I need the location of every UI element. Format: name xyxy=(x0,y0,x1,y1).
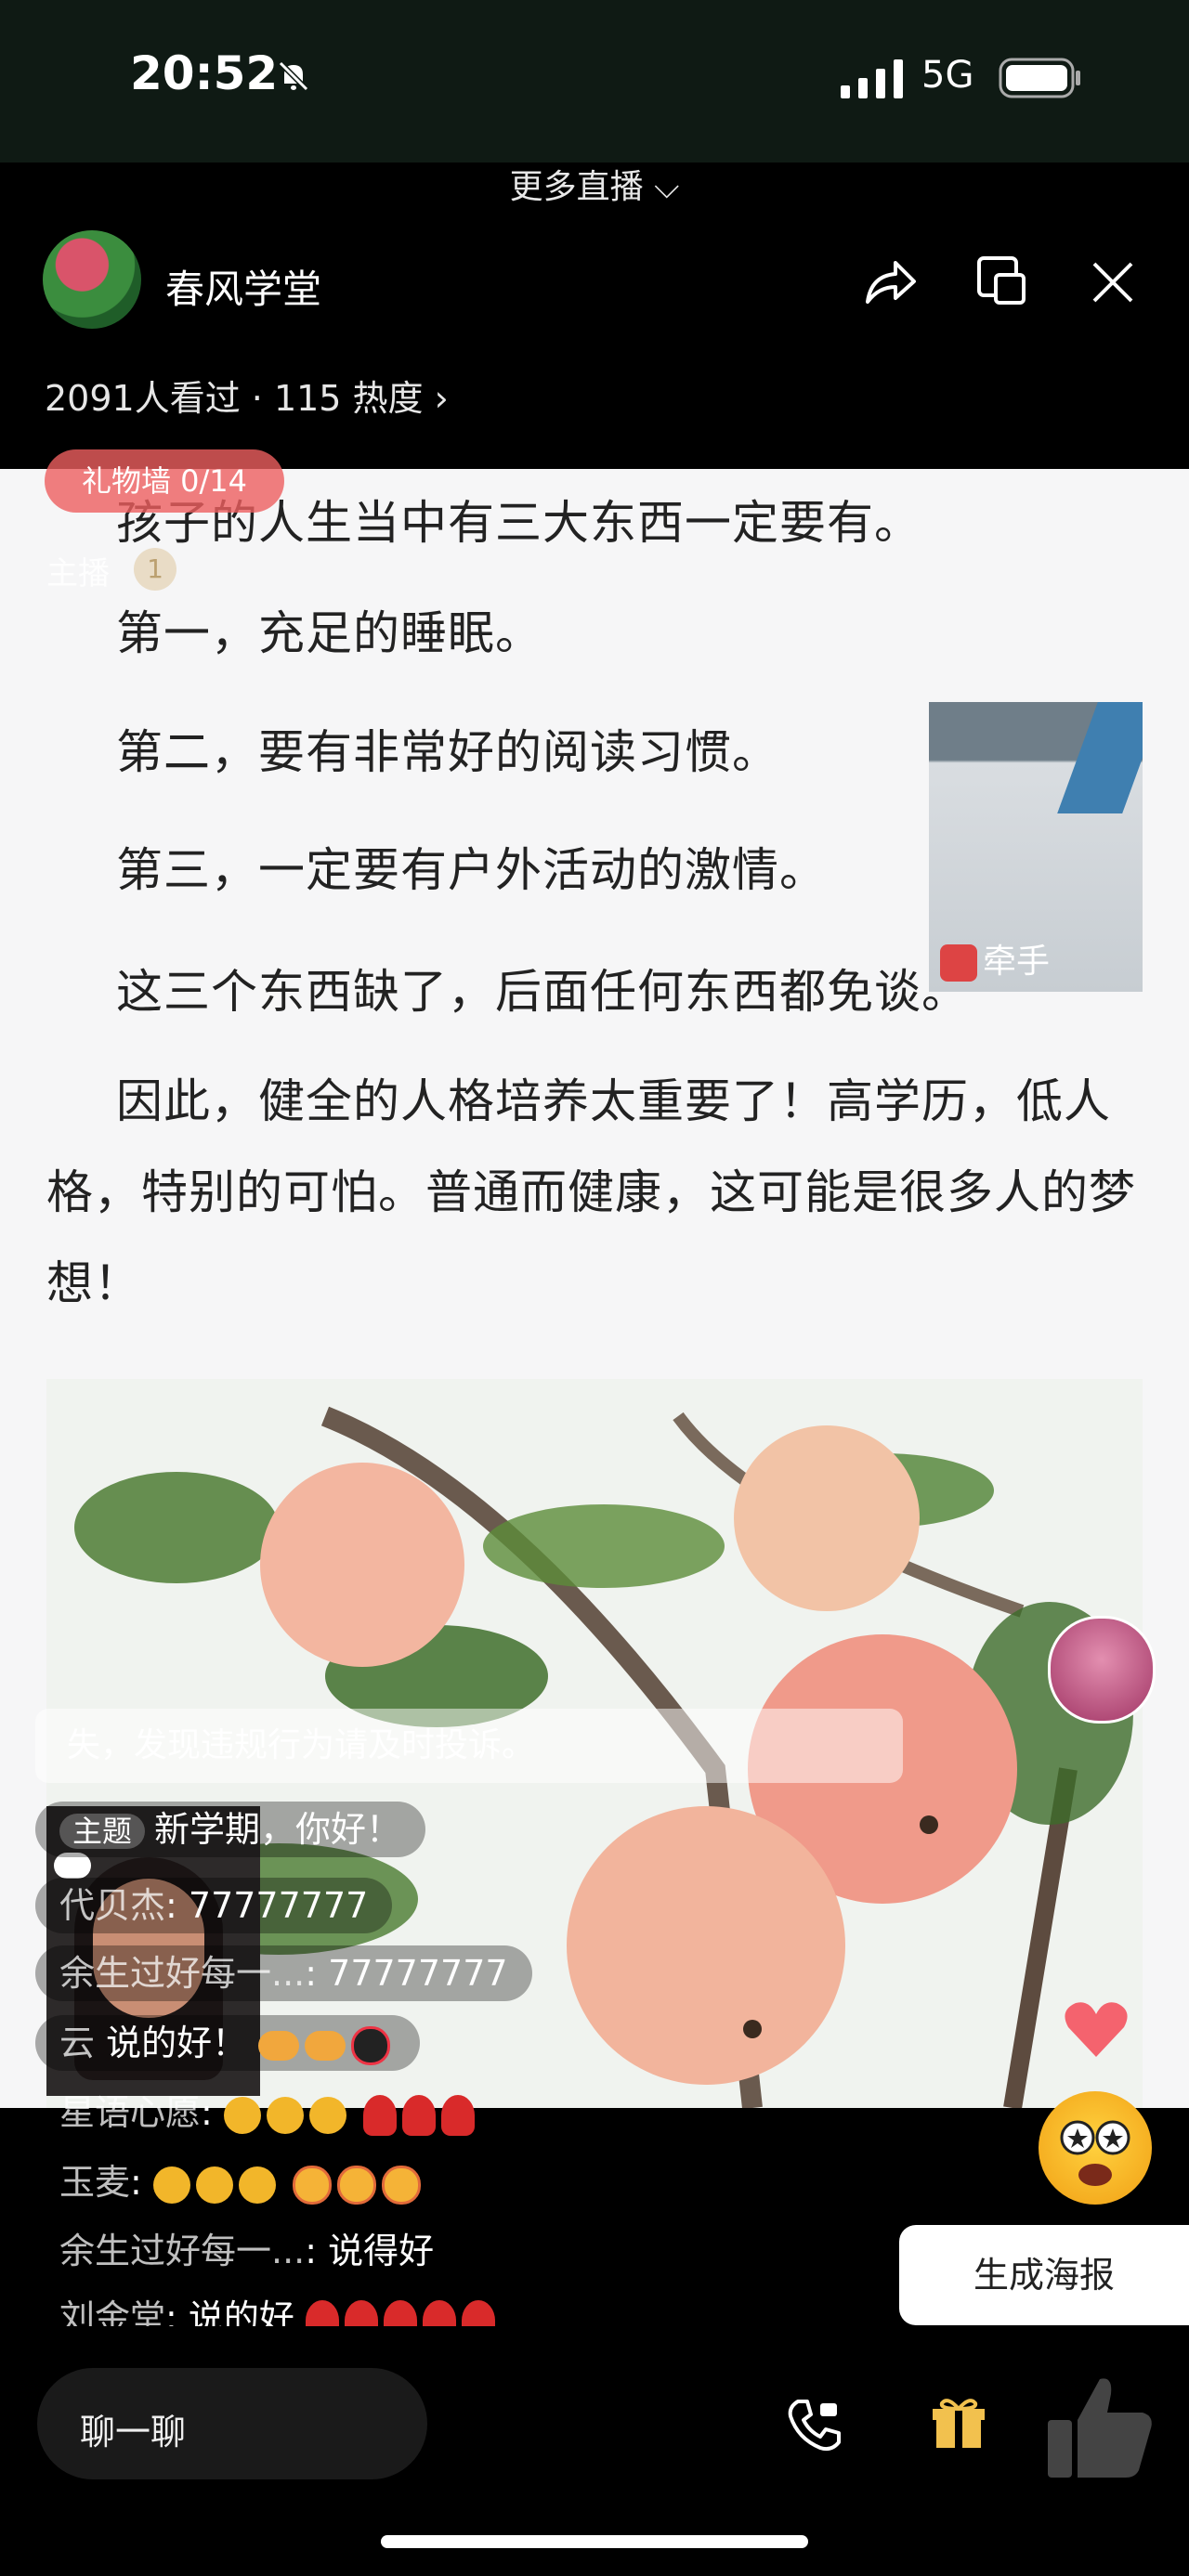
muted-bell-icon xyxy=(278,60,309,92)
floating-window-icon[interactable] xyxy=(975,254,1027,306)
guest-video-window[interactable]: 牵手 xyxy=(929,702,1143,992)
chat-text: 说得好 xyxy=(328,2231,435,2271)
chat-input-placeholder[interactable]: 聊一聊 xyxy=(80,2403,186,2454)
chat-username: 余生过好每一... xyxy=(59,1953,306,1994)
guest-avatar-icon xyxy=(940,944,977,982)
more-live-dropdown[interactable]: 更多直播 ⌵ xyxy=(0,160,1189,208)
emoji-face-drawing xyxy=(1060,2120,1130,2186)
chat-message[interactable]: 星语心愿: xyxy=(35,2085,504,2140)
thumbs-up-emoji-icon xyxy=(195,2166,233,2204)
rose-emoji-icon xyxy=(441,2094,475,2136)
heart-icon xyxy=(1065,2002,1128,2057)
gift-wall-badge[interactable]: 礼物墙 0/14 xyxy=(45,449,284,513)
chat-username: 余生过好每一... xyxy=(59,2231,306,2271)
channel-avatar[interactable] xyxy=(43,230,141,329)
chat-message[interactable]: 玉麦: xyxy=(35,2154,451,2210)
bomb-emoji-icon xyxy=(351,2025,391,2065)
signal-icon xyxy=(841,59,903,98)
chat-username: 代贝杰 xyxy=(59,1885,166,1926)
guest-name: 牵手 xyxy=(983,943,1051,981)
content-line-5: 这三个东西缺了，后面任何东西都免谈。 xyxy=(116,965,969,1019)
rose-emoji-icon xyxy=(363,2094,397,2136)
chat-notice: 失，发现违规行为请及时投诉。 xyxy=(35,1709,903,1783)
status-time: 20:52 xyxy=(130,46,279,100)
channel-name[interactable]: 春风学堂 xyxy=(165,258,321,315)
chat-message[interactable]: 代贝杰: 77777777 xyxy=(35,1878,393,1933)
curtain xyxy=(1057,702,1143,813)
voice-call-icon[interactable] xyxy=(785,2396,844,2455)
share-icon[interactable] xyxy=(862,255,918,307)
chat-topic[interactable]: 主题 新学期，你好！ xyxy=(35,1802,426,1857)
home-indicator xyxy=(381,2535,808,2548)
rose-emoji-icon xyxy=(402,2094,436,2136)
network-type: 5G xyxy=(921,54,974,97)
pray-emoji-icon xyxy=(305,2030,346,2061)
content-paragraph: 因此，健全的人格培养太重要了！高学历，低人格，特别的可怕。普通而健康，这可能是很… xyxy=(46,1074,1136,1310)
viewer-stats[interactable]: 2091人看过 · 115 热度 › xyxy=(45,370,449,421)
topic-text: 新学期，你好！ xyxy=(154,1809,402,1850)
pray-emoji-icon xyxy=(258,2030,300,2061)
close-icon[interactable] xyxy=(1089,258,1137,306)
content-line-3: 第二，要有非常好的阅读习惯。 xyxy=(116,725,779,779)
chat-message[interactable]: 余生过好每一...: 说得好 xyxy=(35,2223,458,2279)
host-label[interactable]: 主播 xyxy=(46,548,110,593)
blush-emoji-icon xyxy=(337,2165,376,2205)
chat-username: 星语心愿 xyxy=(59,2092,202,2133)
blush-emoji-icon xyxy=(382,2165,421,2205)
content-line-2: 第一，充足的睡眠。 xyxy=(116,606,542,660)
guest-name-label: 牵手 xyxy=(940,934,1050,982)
blush-emoji-icon xyxy=(293,2165,332,2205)
battery-icon xyxy=(999,58,1080,98)
thumbs-up-emoji-icon xyxy=(266,2096,304,2134)
chat-text: 说的好！ xyxy=(106,2023,248,2063)
thumbs-up-emoji-icon xyxy=(238,2166,276,2204)
thumbs-up-emoji-icon xyxy=(223,2096,261,2134)
chat-message[interactable]: 余生过好每一...: 77777777 xyxy=(35,1945,532,2001)
thumbs-up-emoji-icon xyxy=(152,2166,190,2204)
chat-text: 77777777 xyxy=(328,1953,508,1994)
thumbs-up-like-icon[interactable] xyxy=(1040,2366,1161,2487)
chat-username: 玉麦 xyxy=(59,2162,131,2203)
gift-icon[interactable] xyxy=(929,2394,988,2453)
chat-message[interactable]: 云 说的好！ xyxy=(35,2015,421,2071)
chat-text: 77777777 xyxy=(188,1885,369,1926)
chat-username: 云 xyxy=(59,2023,96,2063)
starry-eyes-emoji-icon[interactable] xyxy=(1039,2091,1152,2205)
topic-tag: 主题 xyxy=(59,1814,146,1849)
viewer-avatar[interactable] xyxy=(1048,1616,1156,1724)
generate-poster-button[interactable]: 生成海报 xyxy=(899,2225,1189,2325)
thumbs-up-emoji-icon xyxy=(308,2096,346,2134)
content-line-4: 第三，一定要有户外活动的激情。 xyxy=(116,843,827,897)
host-count-badge: 1 xyxy=(134,548,176,591)
